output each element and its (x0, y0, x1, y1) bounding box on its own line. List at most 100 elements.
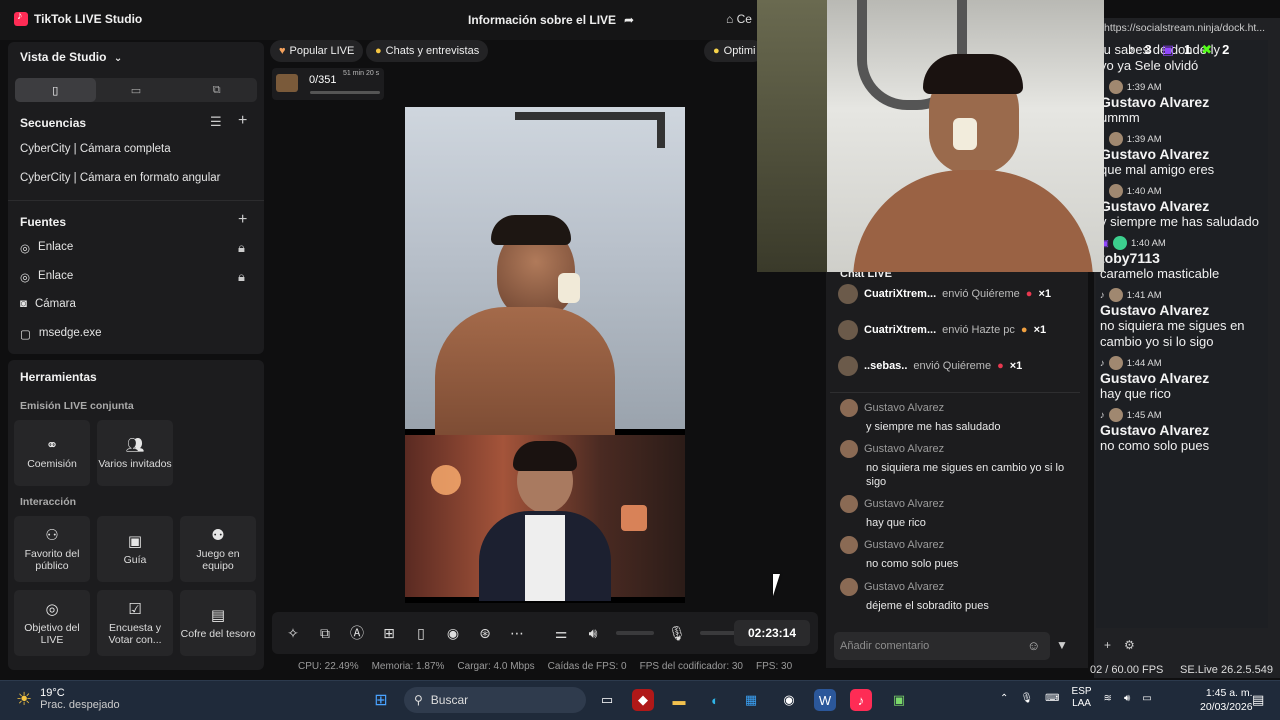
encoder-fps-stat: FPS del codificador: 30 (639, 661, 743, 672)
sequence-item[interactable]: CyberCity | Cámara en formato angular (20, 172, 221, 184)
chevron-down-icon: ⌄ (113, 53, 123, 64)
person-shirt (525, 515, 565, 601)
tab-portrait[interactable]: ▯ (15, 78, 96, 102)
wifi-icon[interactable]: ≋ (1104, 693, 1112, 704)
keyboard-icon[interactable]: ⌨ (1045, 693, 1059, 704)
replay-icon[interactable]: ⊛ (476, 625, 494, 642)
app-icon[interactable]: ◆ (632, 689, 654, 711)
live-goal-button[interactable]: ◎ Objetivo del LIVE (14, 590, 90, 656)
taskbar-search[interactable]: ⚲ Buscar (404, 687, 586, 713)
add-source-icon[interactable]: + (238, 211, 247, 229)
speaker-icon[interactable]: 🔊︎ (1124, 693, 1130, 704)
team-game-button[interactable]: ⚉ Juego en equipo (180, 516, 256, 582)
chip-label: Popular LIVE (289, 45, 355, 57)
tool-label: Guía (123, 554, 147, 566)
layout-tabs: ▯ ▭ ⧉ (15, 78, 257, 102)
weather-text: Prac. despejado (40, 699, 120, 711)
popular-live-chip[interactable]: ♥ Popular LIVE (270, 40, 364, 62)
mic-slider[interactable] (700, 631, 738, 635)
sequence-item[interactable]: CyberCity | Cámara completa (20, 143, 171, 155)
live-info-button[interactable]: Información sobre el LIVE ➦ (468, 13, 634, 27)
obs-icon[interactable]: ◉ (778, 689, 800, 711)
fan-favorite-button[interactable]: ⚇ Favorito del público (14, 516, 90, 582)
effects-icon[interactable]: ⧉ (316, 625, 334, 642)
divider (830, 392, 1080, 393)
record-icon[interactable]: ◉ (444, 625, 462, 642)
source-label: Cámara (34, 298, 76, 310)
tool-label: Cofre del tesoro (180, 628, 256, 640)
treasure-chest-button[interactable]: ▤ Cofre del tesoro (180, 590, 256, 656)
microphone-icon[interactable]: 🎙︎ (668, 625, 686, 642)
guide-icon: ▣ (127, 533, 143, 550)
message-text: no como solo pues (1100, 438, 1210, 453)
share-icon: ➦ (624, 13, 635, 27)
app-icon[interactable]: ▣ (888, 689, 910, 711)
settings-sliders-icon[interactable]: ⚌ (552, 625, 570, 642)
person-body (435, 307, 615, 437)
microphone-icon[interactable]: 🎙︎ (1020, 693, 1033, 704)
volume-slider[interactable] (616, 631, 654, 635)
list-icon[interactable]: ☰ (210, 114, 222, 130)
source-item[interactable]: ▢ msedge.exe (20, 327, 102, 341)
battery-icon[interactable]: ▭ (1142, 693, 1151, 704)
ai-icon[interactable]: Ⓐ (348, 623, 366, 643)
memory-stat: Memoria: 1.87% (371, 661, 445, 672)
magic-wand-icon[interactable]: ✧ (284, 625, 302, 642)
tiktok-icon: ♪ (1100, 289, 1105, 301)
windows-start-icon[interactable]: ⊞ (370, 689, 392, 711)
notification-icon[interactable]: ▤ (1252, 692, 1264, 708)
tab-landscape[interactable]: ▭ (96, 78, 177, 102)
coin-icon: ● (375, 45, 382, 57)
edge-icon[interactable]: ◐ (704, 689, 726, 711)
file-explorer-icon[interactable]: ▬ (668, 689, 690, 711)
avatar (840, 536, 858, 554)
chevron-up-icon[interactable]: ⌃ (1000, 693, 1008, 704)
multi-guest-button[interactable]: 👥︎ Varios invitados (97, 420, 173, 486)
person-hair (923, 54, 1023, 94)
gift-count: ×1 (1038, 288, 1051, 300)
more-icon[interactable]: ⋯ (508, 625, 526, 642)
message-user: Gustavo Alvarez (1100, 94, 1210, 110)
store-icon[interactable]: ▦ (740, 689, 762, 711)
gift-user: CuatriXtrem... (864, 324, 937, 336)
goal-progress-bar (310, 91, 380, 94)
emoji-icon[interactable]: ☺ (1027, 638, 1040, 653)
studio-view-dropdown[interactable]: Vista de Studio ⌄ (20, 50, 122, 64)
language-indicator[interactable]: ESP LAA (1072, 686, 1092, 710)
add-media-icon[interactable]: ⊞ (380, 625, 398, 642)
add-icon[interactable]: + (1104, 638, 1111, 652)
decor-poster (757, 0, 827, 272)
lock-icon[interactable]: 🔒︎ (238, 240, 245, 256)
tab-dual[interactable]: ⧉ (176, 78, 257, 102)
filter-icon[interactable]: ▼ (1056, 638, 1068, 652)
gear-icon[interactable]: ⚙ (1124, 638, 1135, 652)
source-item[interactable]: ◎ Enlace (20, 270, 73, 284)
tiktok-studio-icon[interactable]: ♪ (850, 689, 872, 711)
target-icon: ◎ (45, 601, 59, 618)
tiktok-logo-icon (14, 10, 28, 26)
message-text: no como solo pues (866, 558, 959, 570)
tiktok-icon: ♪ (1100, 357, 1105, 369)
task-view-icon[interactable]: ▭ (596, 689, 618, 711)
guide-button[interactable]: ▣ Guía (97, 516, 173, 582)
comment-input[interactable]: Añadir comentario (834, 632, 1050, 660)
word-icon[interactable]: W (814, 689, 836, 711)
source-item[interactable]: ◎ Enlace (20, 241, 73, 255)
poll-button[interactable]: ☑ Encuesta y Votar con... (97, 590, 173, 656)
address-bar[interactable]: https://socialstream.ninja/dock.ht... (1104, 22, 1265, 34)
add-sequence-icon[interactable]: + (238, 112, 247, 130)
avatar (838, 320, 858, 340)
clock-time: 1:45 a. m. (1205, 687, 1253, 699)
lock-icon[interactable]: 🔒︎ (238, 269, 245, 285)
source-item[interactable]: ◙ Cámara (20, 298, 76, 310)
chats-chip[interactable]: ● Chats y entrevistas (366, 40, 489, 62)
home-button[interactable]: ⌂ Ce (726, 12, 752, 26)
optimize-chip[interactable]: ● Optimi (704, 40, 765, 62)
clock[interactable]: 1:45 a. m. 20/03/2026 (1200, 686, 1253, 714)
phone-icon[interactable]: ▯ (412, 625, 430, 642)
message-user: Gustavo Alvarez (864, 539, 945, 551)
weather-widget[interactable]: ☀ 19°C Prac. despejado (16, 687, 120, 711)
cohost-button[interactable]: ⚭ Coemisión (14, 420, 90, 486)
speaker-icon[interactable]: 🔊︎ (584, 625, 602, 642)
tiktok-count: 3 (1144, 42, 1152, 57)
